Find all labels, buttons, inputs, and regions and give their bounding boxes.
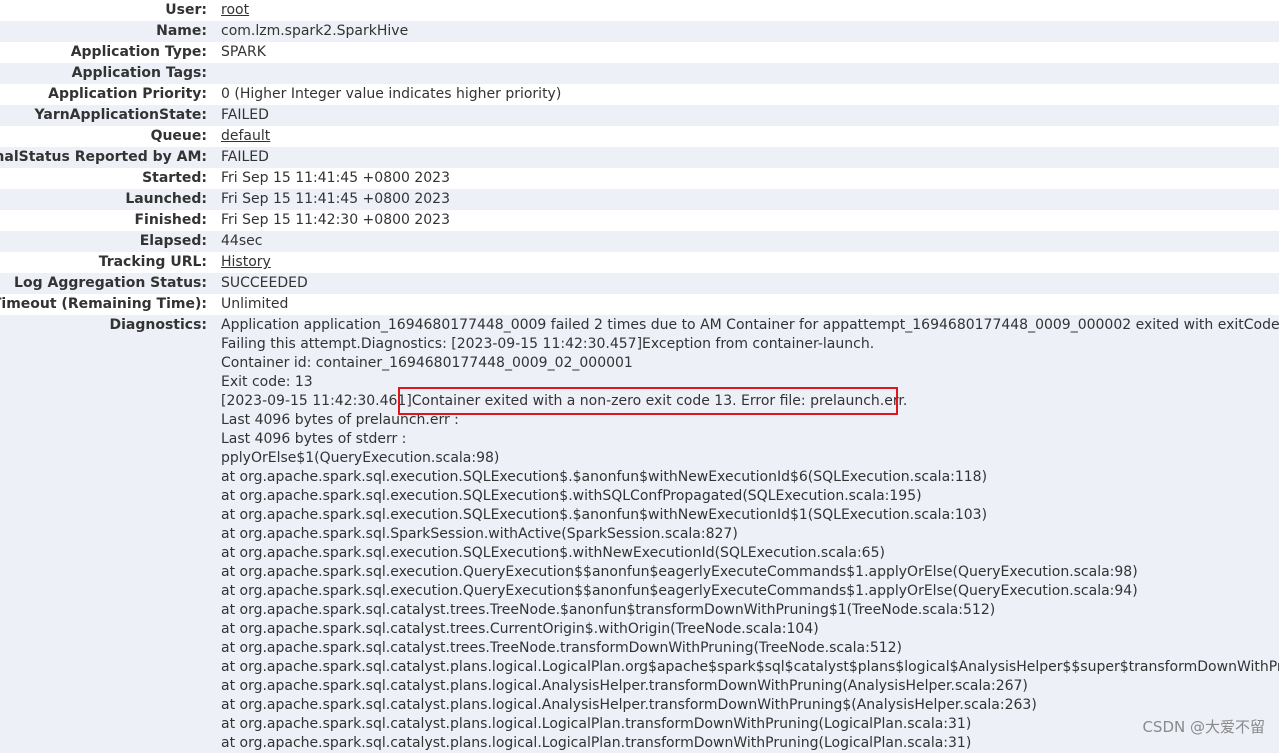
application-tags-value xyxy=(221,63,1279,84)
application-type-label: Application Type: xyxy=(0,42,221,63)
diagnostics-line: at org.apache.spark.sql.execution.SQLExe… xyxy=(221,506,1279,525)
yarn-application-state-value: FAILED xyxy=(221,105,1279,126)
diagnostics-line: at org.apache.spark.sql.execution.SQLExe… xyxy=(221,487,1279,506)
log-aggregation-status-label: Log Aggregation Status: xyxy=(0,273,221,294)
launched-label: Launched: xyxy=(0,189,221,210)
queue-label: Queue: xyxy=(0,126,221,147)
final-status-label: FinalStatus Reported by AM: xyxy=(0,147,221,168)
row-timeout: n Timeout (Remaining Time): Unlimited xyxy=(0,294,1279,315)
finished-label: Finished: xyxy=(0,210,221,231)
diagnostics-line: at org.apache.spark.sql.catalyst.plans.l… xyxy=(221,734,1279,753)
diagnostics-line: Application application_1694680177448_00… xyxy=(221,316,1279,335)
diagnostics-line: at org.apache.spark.sql.execution.QueryE… xyxy=(221,563,1279,582)
diagnostics-line: at org.apache.spark.sql.catalyst.plans.l… xyxy=(221,715,1279,734)
diagnostics-line: Last 4096 bytes of prelaunch.err : xyxy=(221,411,1279,430)
started-value: Fri Sep 15 11:41:45 +0800 2023 xyxy=(221,168,1279,189)
timeout-value: Unlimited xyxy=(221,294,1279,315)
diagnostics-line: at org.apache.spark.sql.catalyst.plans.l… xyxy=(221,696,1279,715)
row-application-priority: Application Priority: 0 (Higher Integer … xyxy=(0,84,1279,105)
application-priority-label: Application Priority: xyxy=(0,84,221,105)
application-type-value: SPARK xyxy=(221,42,1279,63)
application-tags-label: Application Tags: xyxy=(0,63,221,84)
diagnostics-line: [2023-09-15 11:42:30.461]Container exite… xyxy=(221,392,1279,411)
diagnostics-line: at org.apache.spark.sql.execution.SQLExe… xyxy=(221,468,1279,487)
row-launched: Launched: Fri Sep 15 11:41:45 +0800 2023 xyxy=(0,189,1279,210)
diagnostics-line: at org.apache.spark.sql.execution.SQLExe… xyxy=(221,544,1279,563)
diagnostics-line: Last 4096 bytes of stderr : xyxy=(221,430,1279,449)
elapsed-value: 44sec xyxy=(221,231,1279,252)
diagnostics-line: Exit code: 13 xyxy=(221,373,1279,392)
row-final-status: FinalStatus Reported by AM: FAILED xyxy=(0,147,1279,168)
row-tracking-url: Tracking URL: History xyxy=(0,252,1279,273)
tracking-url-link[interactable]: History xyxy=(221,254,271,270)
diagnostics-line: Failing this attempt.Diagnostics: [2023-… xyxy=(221,335,1279,354)
yarn-application-state-label: YarnApplicationState: xyxy=(0,105,221,126)
row-diagnostics: Diagnostics: Application application_169… xyxy=(0,315,1279,753)
row-user: User: root xyxy=(0,0,1279,21)
diagnostics-text: Application application_1694680177448_00… xyxy=(221,315,1279,753)
diagnostics-line: Container id: container_1694680177448_00… xyxy=(221,354,1279,373)
diagnostics-label: Diagnostics: xyxy=(0,315,221,753)
user-label: User: xyxy=(0,0,221,21)
row-started: Started: Fri Sep 15 11:41:45 +0800 2023 xyxy=(0,168,1279,189)
application-overview-table: User: root Name: com.lzm.spark2.SparkHiv… xyxy=(0,0,1279,753)
diagnostics-line: at org.apache.spark.sql.catalyst.plans.l… xyxy=(221,677,1279,696)
name-value: com.lzm.spark2.SparkHive xyxy=(221,21,1279,42)
diagnostics-line: at org.apache.spark.sql.catalyst.trees.C… xyxy=(221,620,1279,639)
elapsed-label: Elapsed: xyxy=(0,231,221,252)
diagnostics-line: at org.apache.spark.sql.execution.QueryE… xyxy=(221,582,1279,601)
row-elapsed: Elapsed: 44sec xyxy=(0,231,1279,252)
application-priority-value: 0 (Higher Integer value indicates higher… xyxy=(221,84,1279,105)
row-application-tags: Application Tags: xyxy=(0,63,1279,84)
diagnostics-line: at org.apache.spark.sql.SparkSession.wit… xyxy=(221,525,1279,544)
diagnostics-line: pplyOrElse$1(QueryExecution.scala:98) xyxy=(221,449,1279,468)
timeout-label: n Timeout (Remaining Time): xyxy=(0,294,221,315)
user-link[interactable]: root xyxy=(221,2,249,18)
row-name: Name: com.lzm.spark2.SparkHive xyxy=(0,21,1279,42)
queue-link[interactable]: default xyxy=(221,128,270,144)
final-status-value: FAILED xyxy=(221,147,1279,168)
diagnostics-line: at org.apache.spark.sql.catalyst.trees.T… xyxy=(221,601,1279,620)
watermark: CSDN @大爱不留 xyxy=(1142,716,1265,737)
tracking-url-label: Tracking URL: xyxy=(0,252,221,273)
finished-value: Fri Sep 15 11:42:30 +0800 2023 xyxy=(221,210,1279,231)
row-application-type: Application Type: SPARK xyxy=(0,42,1279,63)
started-label: Started: xyxy=(0,168,221,189)
diagnostics-line: at org.apache.spark.sql.catalyst.plans.l… xyxy=(221,658,1279,677)
row-log-aggregation-status: Log Aggregation Status: SUCCEEDED xyxy=(0,273,1279,294)
launched-value: Fri Sep 15 11:41:45 +0800 2023 xyxy=(221,189,1279,210)
row-queue: Queue: default xyxy=(0,126,1279,147)
row-yarn-application-state: YarnApplicationState: FAILED xyxy=(0,105,1279,126)
name-label: Name: xyxy=(0,21,221,42)
row-finished: Finished: Fri Sep 15 11:42:30 +0800 2023 xyxy=(0,210,1279,231)
log-aggregation-status-value: SUCCEEDED xyxy=(221,273,1279,294)
diagnostics-line: at org.apache.spark.sql.catalyst.trees.T… xyxy=(221,639,1279,658)
